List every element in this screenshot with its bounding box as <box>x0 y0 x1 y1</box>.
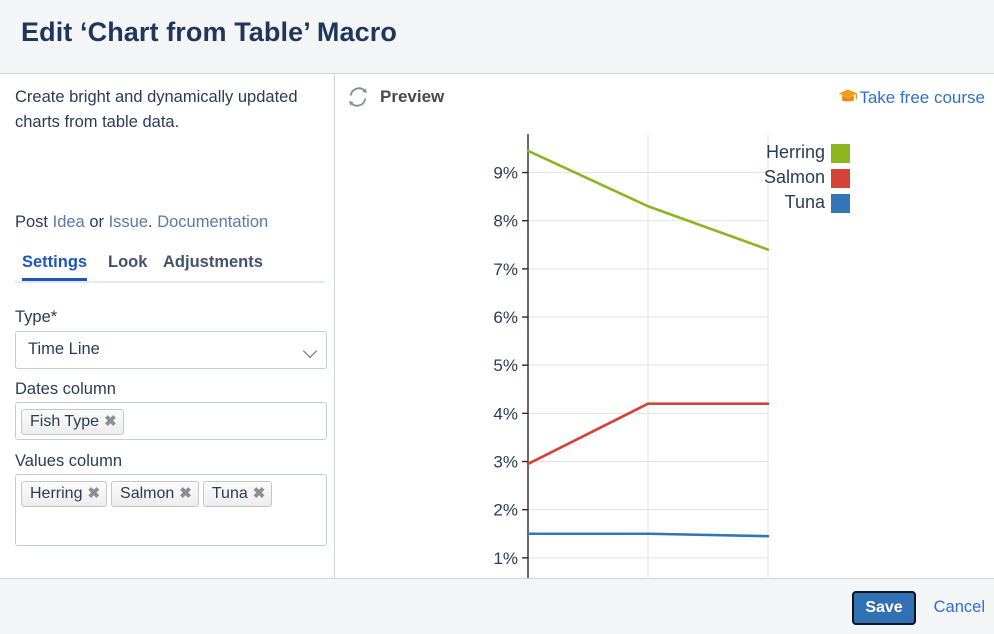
save-button[interactable]: Save <box>852 591 916 625</box>
chart-preview: 0%1%2%3%4%5%6%7%8%9%201020112012HerringS… <box>336 121 994 578</box>
intro-line-1: Create bright and dynamically updated <box>15 88 298 106</box>
chip-label: Tuna <box>212 485 248 502</box>
take-free-course-link[interactable]: Take free course <box>859 88 985 108</box>
type-select[interactable]: Time Line <box>15 331 327 369</box>
preview-toolbar: Preview Take free course <box>336 75 994 121</box>
chip-tuna[interactable]: Tuna ✖ <box>203 481 272 507</box>
preview-label: Preview <box>380 87 444 107</box>
chart-y-tick-label: 2% <box>493 501 518 520</box>
chip-fish-type[interactable]: Fish Type ✖ <box>21 409 124 435</box>
chip-label: Herring <box>30 485 82 502</box>
dates-column-label: Dates column <box>15 380 116 399</box>
chart-legend-label: Salmon <box>764 167 825 187</box>
intro-line-2: charts from table data. <box>15 110 325 135</box>
type-select-value: Time Line <box>28 340 100 359</box>
chart-legend-swatch <box>831 144 850 163</box>
chart-legend-label: Herring <box>766 142 825 162</box>
chart-legend-label: Tuna <box>785 192 826 212</box>
chart-y-tick-label: 6% <box>493 308 518 327</box>
chart-y-tick-label: 8% <box>493 212 518 231</box>
post-or: or <box>85 213 109 231</box>
dialog-body: Create bright and dynamically updated ch… <box>0 75 994 578</box>
tab-adjustments[interactable]: Adjustments <box>163 253 263 272</box>
values-column-field[interactable]: Herring ✖ Salmon ✖ Tuna ✖ <box>15 474 327 546</box>
post-links-line: Post Idea or Issue. Documentation <box>15 210 268 235</box>
chart-y-tick-label: 4% <box>493 404 518 423</box>
cancel-button[interactable]: Cancel <box>934 598 985 617</box>
values-column-label: Values column <box>15 452 122 471</box>
page-title: Edit ‘Chart from Table’ Macro <box>21 17 397 48</box>
chevron-down-icon <box>303 344 317 358</box>
settings-tabs: Settings Look Adjustments <box>15 253 325 283</box>
graduation-cap-icon <box>838 88 858 104</box>
tab-look[interactable]: Look <box>108 253 147 272</box>
chart-legend-swatch <box>831 194 850 213</box>
chart-y-tick-label: 9% <box>493 164 518 183</box>
documentation-link[interactable]: Documentation <box>157 213 268 231</box>
dialog-footer: Save Cancel <box>0 578 994 634</box>
issue-link[interactable]: Issue <box>109 213 148 231</box>
chip-remove-icon[interactable]: ✖ <box>87 485 100 502</box>
chip-remove-icon[interactable]: ✖ <box>179 485 192 502</box>
chart-y-tick-label: 1% <box>493 549 518 568</box>
chart-y-tick-label: 3% <box>493 453 518 472</box>
idea-link[interactable]: Idea <box>53 213 85 231</box>
chip-herring[interactable]: Herring ✖ <box>21 481 107 507</box>
time-line-chart: 0%1%2%3%4%5%6%7%8%9%201020112012HerringS… <box>336 121 994 578</box>
chart-y-tick-label: 5% <box>493 356 518 375</box>
chart-legend-swatch <box>831 169 850 188</box>
type-label: Type* <box>15 308 57 327</box>
chip-label: Fish Type <box>30 413 99 430</box>
edit-macro-dialog: Edit ‘Chart from Table’ Macro Create bri… <box>0 0 994 634</box>
chip-label: Salmon <box>120 485 174 502</box>
intro-text: Create bright and dynamically updated ch… <box>15 85 325 135</box>
chip-salmon[interactable]: Salmon ✖ <box>111 481 199 507</box>
chart-y-tick-label: 7% <box>493 260 518 279</box>
post-dot: . <box>148 213 157 231</box>
dialog-header: Edit ‘Chart from Table’ Macro <box>0 0 994 74</box>
settings-pane: Create bright and dynamically updated ch… <box>0 75 335 578</box>
preview-pane: Preview Take free course 0%1%2%3%4%5%6%7… <box>336 75 994 578</box>
refresh-icon[interactable] <box>347 86 369 108</box>
chip-remove-icon[interactable]: ✖ <box>104 413 117 430</box>
chip-remove-icon[interactable]: ✖ <box>253 485 266 502</box>
dates-column-field[interactable]: Fish Type ✖ <box>15 402 327 440</box>
post-prefix: Post <box>15 213 53 231</box>
tab-settings[interactable]: Settings <box>22 253 87 281</box>
